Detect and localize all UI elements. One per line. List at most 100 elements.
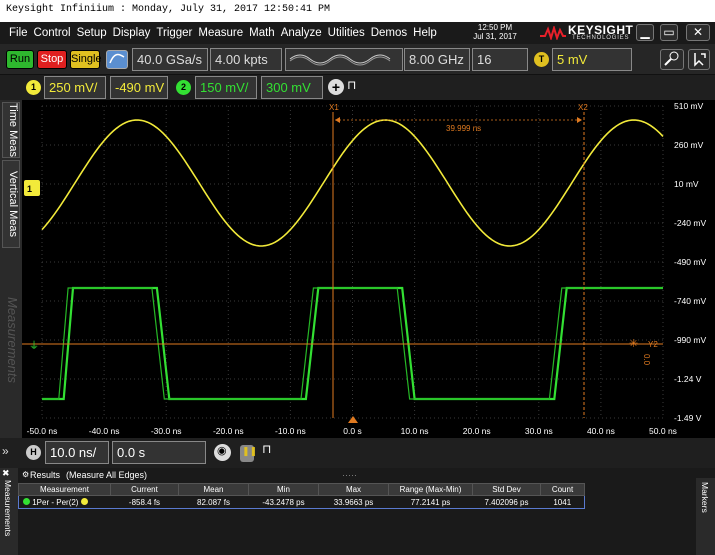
clock-date: Jul 31, 2017 [473,32,517,41]
channel-1-scale[interactable]: 250 mV/ [44,76,106,99]
menu-analyze[interactable]: Analyze [278,27,325,39]
pause-icon: ❚❚ [242,446,258,456]
col-stddev[interactable]: Std Dev [472,483,541,496]
zoom-dial-button[interactable]: ◉ [214,444,231,461]
channel-1-badge[interactable]: 1 [26,80,41,95]
trigger-badge[interactable]: T [534,52,549,67]
time-axis-label: 40.0 ns [587,426,615,436]
channel-1-level-icon: 1 [27,184,32,194]
channel-1-dot-icon [80,497,88,505]
col-range[interactable]: Range (Max-Min) [388,483,473,496]
waveform-display[interactable]: 510 mV 260 mV 10 mV -240 mV -490 mV -740 mV -9… [22,100,715,438]
menu-setup[interactable]: Setup [74,27,110,39]
time-axis-label: 0.0 s [343,426,361,436]
delta-readout: 39.999 ns [446,124,481,133]
minimize-button[interactable]: ▁ [636,24,654,41]
measurement-table: Measurement Current Mean Min Max Range (… [18,483,585,509]
right-axis-label: -1.24 V [674,374,702,384]
row-min: -43.2478 ps [248,495,319,509]
pin-icon: ⊓ [262,442,272,456]
trigger-position-icon[interactable] [348,416,358,423]
markers-side-tab[interactable]: Markers [696,478,715,555]
averages-field[interactable]: 16 [472,48,528,71]
keysight-wave-icon [540,26,566,40]
channel-bar: 1 250 mV/ -490 mV 2 150 mV/ 300 mV + ⊓ [0,75,715,100]
channel-2-ground-icon: ⏚ [29,340,39,352]
time-axis-label: 30.0 ns [525,426,553,436]
col-count[interactable]: Count [540,483,585,496]
clock-time: 12:50 PM [477,23,513,32]
results-close-icon[interactable]: ✖ [2,468,10,479]
table-row[interactable]: 1Per - Per(2) -858.4 fs 82.087 fs -43.24… [18,495,585,509]
stop-button[interactable]: Stop [37,50,67,69]
run-button[interactable]: Run [6,50,34,69]
right-axis-label: 10 mV [674,179,699,189]
expand-button[interactable]: » [2,444,18,462]
channel-2-scale[interactable]: 150 mV/ [195,76,257,99]
channel-2-offset[interactable]: 300 mV [261,76,323,99]
restore-button[interactable]: ▭ [660,24,678,41]
row-stddev: 7.402096 ps [472,495,541,509]
zoom-icon [664,51,679,66]
menu-utilities[interactable]: Utilities [325,27,368,39]
touch-button[interactable] [688,49,710,70]
pin-icon: ⊓ [347,78,357,92]
acquisition-mode-display[interactable] [285,48,403,71]
clock: 12:50 PM Jul 31, 2017 [465,23,525,41]
add-channel-button[interactable]: + [328,79,344,95]
channel-2-badge[interactable]: 2 [176,80,191,95]
menu-control[interactable]: Control [31,27,74,39]
x1-marker-label: X1 [329,103,339,112]
memory-depth-field[interactable]: 4.00 kpts [210,48,282,71]
col-mean[interactable]: Mean [178,483,249,496]
menu-math[interactable]: Math [246,27,278,39]
menu-help[interactable]: Help [410,27,440,39]
close-icon: ✕ [692,25,704,39]
right-axis-label: 510 mV [674,101,704,111]
time-axis-labels: -50.0 ns -40.0 ns -30.0 ns -20.0 ns -10.0 ns… [27,426,677,436]
results-panel: ✖ Measurements ⚙ Results (Measure All Ed… [0,468,715,555]
left-side-tabs: Time Meas Vertical Meas Measurements [0,100,22,438]
delta-arrow-left-icon [335,117,340,123]
zoom-button[interactable] [660,49,684,70]
col-min[interactable]: Min [248,483,319,496]
tab-vertical-meas[interactable]: Vertical Meas [2,160,20,248]
x2-marker-label: X2 [578,103,588,112]
brand-subtitle: TECHNOLOGIES [572,35,630,41]
dial-icon: ◉ [217,445,227,457]
results-title: Results [30,470,61,480]
autoscale-button[interactable] [106,50,128,69]
timebase-scale[interactable]: 10.0 ns/ [45,441,109,464]
menu-trigger[interactable]: Trigger [153,27,195,39]
col-measurement[interactable]: Measurement [18,483,111,496]
pin-button[interactable]: ⊓ [347,78,359,96]
tab-time-meas[interactable]: Time Meas [2,102,20,158]
right-axis-label: -240 mV [674,218,706,228]
double-chevron-icon: » [2,444,9,458]
menu-demos[interactable]: Demos [368,27,410,39]
menu-measure[interactable]: Measure [195,27,246,39]
right-axis-label: 260 mV [674,140,704,150]
close-button[interactable]: ✕ [686,24,710,41]
timebase-pin-button[interactable]: ⊓ [262,442,274,460]
time-axis-label: -50.0 ns [27,426,58,436]
trigger-level-field[interactable]: 5 mV [552,48,632,71]
measurements-side-tab[interactable]: ✖ Measurements [0,468,18,555]
horizontal-badge[interactable]: H [26,445,41,460]
col-max[interactable]: Max [318,483,389,496]
bandwidth-field[interactable]: 8.00 GHz [404,48,470,71]
right-axis-label: -1.49 V [674,413,702,423]
timebase-position[interactable]: 0.0 s [112,441,206,464]
row-max: 33.9663 ps [318,495,389,509]
results-drag-handle[interactable]: ····· [342,468,357,482]
pause-button[interactable]: ❚❚ [240,445,258,462]
menu-file[interactable]: File [6,27,31,39]
sample-rate-field[interactable]: 40.0 GSa/s [132,48,208,71]
menu-display[interactable]: Display [110,27,154,39]
col-current[interactable]: Current [110,483,179,496]
channel-1-offset[interactable]: -490 mV [110,76,168,99]
measurements-side-label: Measurements [3,480,13,537]
single-button[interactable]: Single [70,50,102,69]
row-current: -858.4 fs [110,495,179,509]
y-marker-label: Y2 [648,340,658,349]
